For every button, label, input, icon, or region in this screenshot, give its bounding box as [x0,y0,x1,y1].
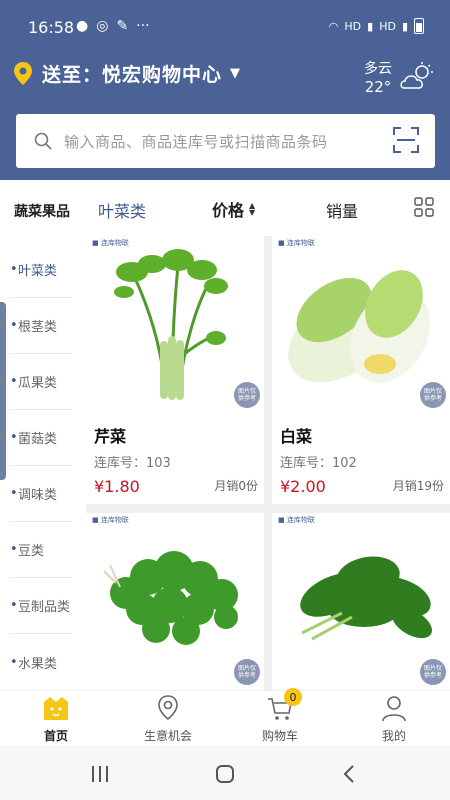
location-pin-icon [158,695,178,721]
sidebar-item-seasonings[interactable]: • 调味类 [10,466,72,522]
sort-arrows-icon: ▲ ▼ [249,201,256,217]
location-pin-icon [14,61,32,85]
product-card-celery[interactable]: ■ 连库物联 图片仅供参考 芹菜 连库号：103 ¥1.80 月销0份 [86,236,264,504]
recent-apps-icon[interactable] [88,762,112,786]
user-icon [382,696,406,722]
category-sidebar: 蔬菜果品 • 叶菜类 • 根茎类 • 瓜果类 • 菌菇类 • 调味类 • 豆类 • 豆制品类 … [0,180,84,690]
scan-barcode-icon[interactable] [393,127,419,153]
reference-only-badge: 图片仅供参考 [420,659,446,685]
active-dot-icon: • [10,262,18,277]
status-bar: 16:58 ● ◎ ✎ ··· ◠ HD ▮ HD ▮ [0,0,450,56]
current-category-tab[interactable]: 叶菜类 [98,198,146,222]
caret-down-icon: ▼ [230,66,241,81]
delivery-location-label: 送至：悦宏购物中心 [42,64,223,86]
product-card-coriander[interactable]: ■ 连库物联 图片仅供参考 [86,513,264,690]
signal-icon: ▮ [367,19,374,33]
product-price: ¥2.00 [280,477,326,496]
brand-logo: ■ 连库物联 [278,239,315,247]
network-label-2: HD [379,19,396,33]
header: 16:58 ● ◎ ✎ ··· ◠ HD ▮ HD ▮ 送至：悦宏购物中心 ▼ … [0,0,450,180]
network-label-1: HD [344,19,362,33]
sidebar-item-tofu[interactable]: • 豆制品类 [10,578,72,634]
brand-logo: ■ 连库物联 [92,239,129,247]
reference-only-badge: 图片仅供参考 [420,382,446,408]
weather-temperature: 22° [364,78,392,96]
search-input[interactable]: 输入商品、商品连库号或扫描商品条码 [64,131,328,152]
cart-count-badge: 0 [284,688,302,706]
product-name: 白菜 [280,427,313,446]
sidebar-scrollbar[interactable] [0,302,6,480]
product-card-spinach[interactable]: ■ 连库物联 图片仅供参考 [272,513,450,690]
product-code: 连库号：103 [94,456,171,471]
bottom-nav: 首页 生意机会 0 购物车 我的 [0,688,450,747]
product-price: ¥1.80 [94,477,140,496]
weather-widget: 多云 22° [364,58,436,96]
nav-profile[interactable]: 我的 [338,691,450,747]
nav-cart[interactable]: 0 购物车 [224,688,336,747]
sidebar-item-leafy[interactable]: • 叶菜类 [10,242,72,298]
more-icon: ··· [136,18,150,34]
sidebar-item-fruits[interactable]: • 水果类 [10,634,72,690]
sidebar-item-beans[interactable]: • 豆类 [10,522,72,578]
sidebar-title: 蔬菜果品 [14,204,70,220]
sort-by-price-button[interactable]: 价格 ▲ ▼ [212,197,255,221]
search-icon [34,132,52,150]
brand-logo: ■ 连库物联 [92,516,129,524]
partly-cloudy-icon [400,62,433,89]
grid-view-icon[interactable] [414,197,434,217]
wechat-icon: ◎ [96,18,109,34]
battery-icon [414,18,424,34]
product-grid: ■ 连库物联 图片仅供参考 芹菜 连库号：103 ¥1.80 月销0份 ■ 连库… [86,236,450,690]
sidebar-item-mushrooms[interactable]: • 菌菇类 [10,410,72,466]
reference-only-badge: 图片仅供参考 [234,659,260,685]
status-time: 16:58 [28,18,75,37]
translate-icon: ✎ [116,18,129,34]
nav-home[interactable]: 首页 [0,691,112,747]
system-nav-bar [0,746,450,800]
wifi-icon: ◠ [328,19,339,33]
sidebar-item-gourds[interactable]: • 瓜果类 [10,354,72,410]
brand-logo: ■ 连库物联 [278,516,315,524]
signal-icon: ▮ [401,19,408,33]
sort-bar: 叶菜类 价格 ▲ ▼ 销量 [86,180,450,236]
product-card-napa-cabbage[interactable]: ■ 连库物联 图片仅供参考 白菜 连库号：102 ¥2.00 月销19份 [272,236,450,504]
product-name: 芹菜 [94,427,127,446]
reference-only-badge: 图片仅供参考 [234,382,260,408]
nav-business-opportunities[interactable]: 生意机会 [112,691,224,747]
home-icon [44,697,68,720]
monthly-sales: 月销0份 [214,479,258,493]
home-button-icon[interactable] [213,762,237,786]
monthly-sales: 月销19份 [392,479,444,493]
product-code: 连库号：102 [280,456,357,471]
sidebar-item-roots[interactable]: • 根茎类 [10,298,72,354]
back-icon[interactable] [338,762,362,786]
delivery-location-selector[interactable]: 送至：悦宏购物中心 ▼ [12,60,240,87]
weather-description: 多云 [364,61,392,77]
search-bar[interactable]: 输入商品、商品连库号或扫描商品条码 [16,114,435,168]
qq-icon: ● [76,18,89,34]
sort-by-sales-button[interactable]: 销量 [326,198,358,222]
